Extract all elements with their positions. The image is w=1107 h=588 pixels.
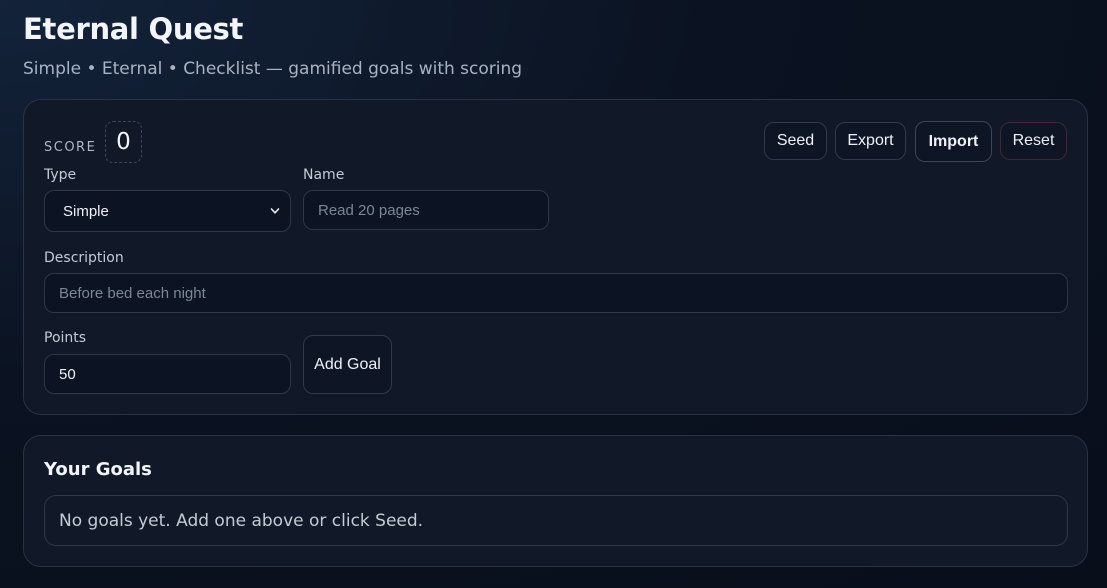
description-input[interactable]: Before bed each night xyxy=(44,273,1068,313)
name-input[interactable]: Read 20 pages xyxy=(303,190,549,230)
goals-card: Your Goals No goals yet. Add one above o… xyxy=(23,435,1088,567)
name-placeholder: Read 20 pages xyxy=(318,201,420,219)
score-value: 0 xyxy=(105,121,142,163)
goals-title: Your Goals xyxy=(44,459,152,480)
points-label: Points xyxy=(44,330,87,346)
reset-button[interactable]: Reset xyxy=(1000,122,1067,160)
app-subtitle: Simple • Eternal • Checklist — gamified … xyxy=(23,59,523,79)
name-label: Name xyxy=(303,167,345,183)
type-select-value: Simple xyxy=(63,202,109,220)
goal-form-card: SCORE 0 Seed Export Import Reset Type Si… xyxy=(23,99,1088,415)
seed-button[interactable]: Seed xyxy=(764,122,827,160)
description-label: Description xyxy=(44,250,124,266)
import-button[interactable]: Import xyxy=(915,121,992,162)
chevron-down-icon xyxy=(270,208,280,214)
points-value: 50 xyxy=(59,365,76,383)
add-goal-button[interactable]: Add Goal xyxy=(303,335,392,394)
description-placeholder: Before bed each night xyxy=(59,284,206,302)
export-button[interactable]: Export xyxy=(835,122,906,160)
score-label: SCORE xyxy=(44,140,97,155)
type-label: Type xyxy=(44,167,77,183)
points-input[interactable]: 50 xyxy=(44,354,291,394)
goals-empty-state: No goals yet. Add one above or click See… xyxy=(44,495,1068,546)
type-select[interactable]: Simple xyxy=(44,190,291,232)
app-title: Eternal Quest xyxy=(23,12,244,46)
